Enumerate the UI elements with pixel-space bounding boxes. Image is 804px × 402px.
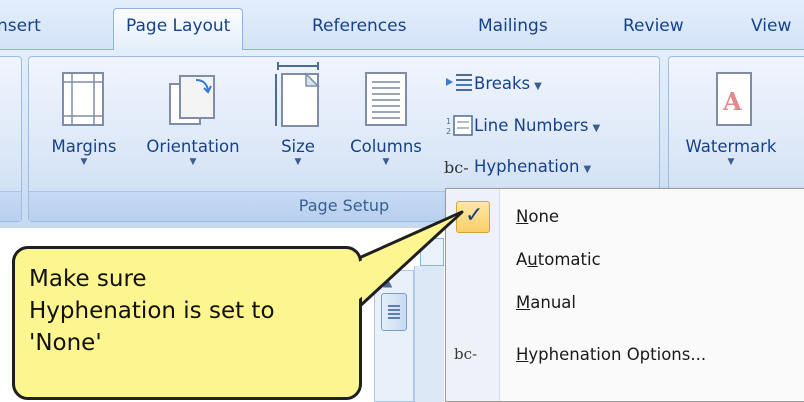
chevron-down-icon: ▼: [727, 157, 735, 167]
margins-icon: [62, 72, 104, 126]
svg-text:1: 1: [446, 117, 451, 126]
scroll-thumb[interactable]: [381, 293, 407, 331]
watermark-button[interactable]: A Watermark ▼: [676, 70, 786, 168]
size-label: Size: [281, 137, 315, 156]
chevron-down-icon: ▼: [189, 157, 197, 167]
chevron-down-icon: ▼: [534, 81, 542, 92]
instruction-callout: Make sure Hyphenation is set to 'None': [12, 246, 362, 400]
ribbon-group-themes: [0, 56, 22, 222]
margins-label: Margins: [51, 137, 117, 156]
chevron-down-icon: ▼: [294, 157, 302, 167]
ribbon-tab-strip: Insert Page Layout References Mailings R…: [0, 0, 804, 51]
line-numbers-label: Line Numbers: [474, 116, 589, 135]
tab-insert[interactable]: Insert: [0, 16, 41, 36]
svg-text:2: 2: [446, 127, 451, 136]
check-icon: ✓: [465, 203, 484, 228]
checked-highlight: ✓: [456, 201, 490, 233]
menu-item-hyphenation-options[interactable]: bc‑ Hyphenation Options...: [446, 335, 804, 375]
chevron-down-icon: ▼: [583, 164, 592, 175]
ruler-strip: [414, 266, 444, 402]
menu-item-automatic[interactable]: Automatic: [446, 240, 804, 280]
line-numbers-button[interactable]: 1 2 Line Numbers ▼: [444, 114, 600, 136]
callout-text: Make sure Hyphenation is set to 'None': [29, 266, 275, 356]
orientation-button[interactable]: Orientation ▼: [132, 70, 254, 168]
orientation-icon: [169, 75, 215, 125]
ruler-toggle[interactable]: [420, 238, 444, 266]
menu-item-manual[interactable]: Manual: [446, 283, 804, 323]
breaks-label: Breaks: [474, 74, 531, 93]
menu-item-none[interactable]: ✓ None: [446, 197, 804, 237]
menu-item-label: Hyphenation Options...: [516, 345, 707, 364]
columns-icon: [365, 72, 407, 126]
hyphenation-icon: bc‑: [454, 345, 478, 363]
hyphenation-button[interactable]: bc‑ Hyphenation ▼: [444, 157, 591, 177]
size-button[interactable]: Size ▼: [266, 62, 330, 168]
breaks-icon: [446, 74, 472, 91]
chevron-down-icon: ▼: [382, 157, 390, 167]
orientation-label: Orientation: [146, 137, 240, 156]
hyphenation-menu: ✓ None Automatic Manual bc‑ Hyphenation …: [445, 188, 804, 402]
watermark-icon: A: [716, 72, 752, 126]
breaks-button[interactable]: Breaks ▼: [444, 72, 542, 94]
columns-button[interactable]: Columns ▼: [340, 70, 432, 168]
line-numbers-icon: 1 2: [446, 115, 473, 136]
tab-mailings[interactable]: Mailings: [478, 16, 548, 36]
scroll-up-icon[interactable]: ▲: [383, 275, 392, 289]
chevron-down-icon: ▼: [80, 157, 88, 167]
hyphenation-label: Hyphenation: [474, 157, 580, 176]
watermark-label: Watermark: [685, 137, 777, 156]
chevron-down-icon: ▼: [592, 123, 601, 134]
columns-label: Columns: [350, 137, 422, 156]
tab-review[interactable]: Review: [623, 16, 684, 36]
svg-text:A: A: [722, 87, 742, 116]
tab-page-layout[interactable]: Page Layout: [113, 8, 244, 51]
margins-button[interactable]: Margins ▼: [38, 70, 130, 168]
tab-view[interactable]: View: [751, 16, 791, 36]
menu-item-label: Manual: [516, 293, 576, 312]
hyphenation-icon: bc‑: [444, 158, 469, 177]
vertical-scrollbar[interactable]: ▲: [374, 270, 414, 402]
menu-item-label: None: [516, 207, 560, 226]
menu-item-label: Automatic: [516, 250, 601, 269]
size-icon: [275, 62, 320, 127]
tab-references[interactable]: References: [312, 16, 406, 36]
